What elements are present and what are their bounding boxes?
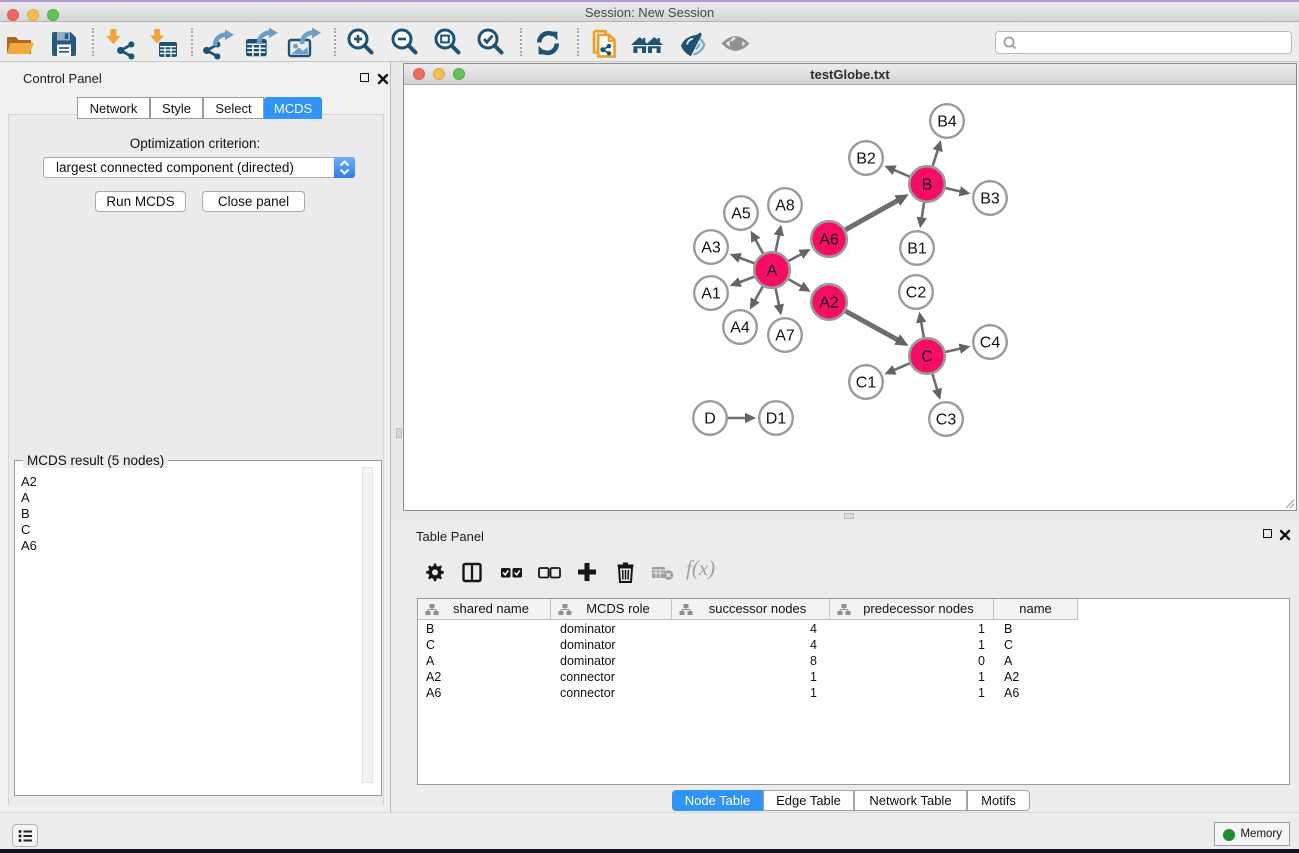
svg-text:D: D — [704, 411, 716, 428]
svg-text:B3: B3 — [980, 191, 1000, 208]
svg-text:B1: B1 — [907, 241, 927, 258]
svg-text:C: C — [921, 349, 933, 366]
svg-text:C3: C3 — [936, 412, 957, 429]
svg-text:A6: A6 — [819, 232, 839, 249]
svg-text:A5: A5 — [731, 206, 751, 223]
svg-text:C1: C1 — [856, 375, 877, 392]
svg-text:A3: A3 — [701, 240, 721, 257]
svg-text:A4: A4 — [730, 320, 750, 337]
svg-text:C4: C4 — [980, 335, 1001, 352]
svg-text:C2: C2 — [906, 285, 927, 302]
svg-text:B: B — [922, 177, 933, 194]
svg-text:B2: B2 — [856, 151, 876, 168]
svg-text:D1: D1 — [766, 411, 787, 428]
svg-text:A8: A8 — [775, 198, 795, 215]
svg-text:A2: A2 — [819, 295, 839, 312]
svg-text:A: A — [767, 263, 778, 280]
svg-text:A7: A7 — [775, 328, 795, 345]
svg-text:B4: B4 — [937, 114, 957, 131]
svg-text:A1: A1 — [701, 286, 721, 303]
